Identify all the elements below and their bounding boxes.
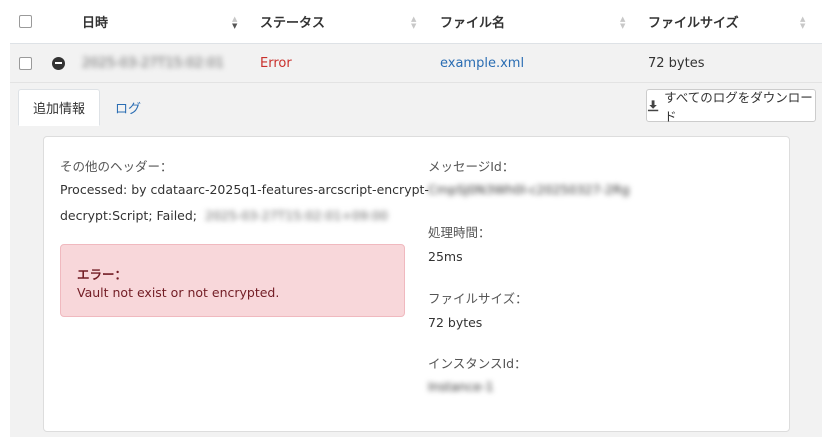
other-headers-label: その他のヘッダー： bbox=[60, 159, 173, 174]
tab-log[interactable]: ログ bbox=[110, 89, 146, 126]
sort-filename-icon[interactable]: ▲ ▼ bbox=[620, 16, 625, 30]
download-all-logs-label: すべてのログをダウンロード bbox=[664, 89, 813, 124]
header-status[interactable]: ステータス bbox=[260, 0, 325, 43]
collapse-toggle[interactable] bbox=[52, 44, 65, 82]
row-checkbox-cell bbox=[19, 44, 32, 82]
error-title: エラー： bbox=[77, 267, 128, 282]
header-filename[interactable]: ファイル名 bbox=[440, 0, 505, 43]
tab-additional-info-label: 追加情報 bbox=[32, 102, 85, 117]
message-id-value: CmpSJ0N3Wh0l-c20250327-2Rg bbox=[428, 182, 630, 197]
filename-link[interactable]: example.xml bbox=[440, 56, 524, 71]
processing-time-label: 処理時間： bbox=[428, 225, 491, 240]
header-filesize-label: ファイルサイズ bbox=[648, 16, 739, 31]
processed-line-2: decrypt:Script; Failed; 2025-03-27T15:02… bbox=[60, 208, 388, 223]
processed-line-2-text: decrypt:Script; Failed; bbox=[60, 208, 198, 223]
processing-time-value: 25ms bbox=[428, 249, 463, 264]
table-row[interactable]: 2025-03-27T15:02:01 Error example.xml 72… bbox=[10, 44, 822, 83]
row-detail-panel: 追加情報 ログ すべてのログをダウンロード その他のヘッダー： Processe… bbox=[10, 83, 822, 437]
message-id-label: メッセージId： bbox=[428, 159, 515, 174]
row-filesize-value: 72 bytes bbox=[648, 55, 705, 71]
tab-log-label: ログ bbox=[114, 102, 141, 117]
filesize-label: ファイルサイズ： bbox=[428, 291, 528, 306]
header-filename-label: ファイル名 bbox=[440, 16, 506, 31]
processed-line-1: Processed: by cdataarc-2025q1-features-a… bbox=[60, 182, 429, 197]
filesize-value: 72 bytes bbox=[428, 315, 483, 330]
collapse-icon[interactable] bbox=[52, 56, 65, 70]
row-checkbox[interactable] bbox=[19, 56, 32, 70]
download-icon bbox=[647, 100, 659, 112]
instance-id-label: インスタンスId： bbox=[428, 356, 527, 371]
download-all-logs-button[interactable]: すべてのログをダウンロード bbox=[646, 89, 816, 124]
status-error-text: Error bbox=[260, 55, 292, 71]
select-all-checkbox[interactable] bbox=[19, 15, 32, 28]
sort-status-icon[interactable]: ▲ ▼ bbox=[411, 16, 416, 30]
row-datetime-value: 2025-03-27T15:02:01 bbox=[82, 55, 224, 71]
header-datetime[interactable]: 日時 bbox=[82, 0, 108, 43]
sort-datetime-icon[interactable]: ▲ ▼ bbox=[232, 16, 237, 30]
sort-filesize-icon[interactable]: ▲ ▼ bbox=[800, 16, 805, 30]
error-message: Vault not exist or not encrypted. bbox=[77, 285, 280, 300]
header-status-label: ステータス bbox=[260, 16, 326, 31]
tab-additional-info[interactable]: 追加情報 bbox=[18, 89, 100, 126]
row-status: Error bbox=[260, 44, 292, 82]
error-alert: エラー： Vault not exist or not encrypted. bbox=[60, 244, 405, 317]
instance-id-value: Instance-1 bbox=[428, 379, 494, 394]
header-filesize[interactable]: ファイルサイズ bbox=[648, 0, 739, 43]
select-all-checkbox-cell bbox=[19, 0, 32, 43]
row-datetime: 2025-03-27T15:02:01 bbox=[82, 44, 224, 82]
row-filesize: 72 bytes bbox=[648, 44, 705, 82]
details-card: その他のヘッダー： Processed: by cdataarc-2025q1-… bbox=[43, 136, 790, 432]
table-header: 日時 ▲ ▼ ステータス ▲ ▼ ファイル名 ▲ ▼ ファイルサイズ ▲ ▼ bbox=[10, 0, 822, 44]
processed-hidden-value: 2025-03-27T15:02:01+09:00 bbox=[205, 208, 388, 223]
header-datetime-label: 日時 bbox=[82, 16, 109, 31]
row-filename: example.xml bbox=[440, 44, 524, 82]
